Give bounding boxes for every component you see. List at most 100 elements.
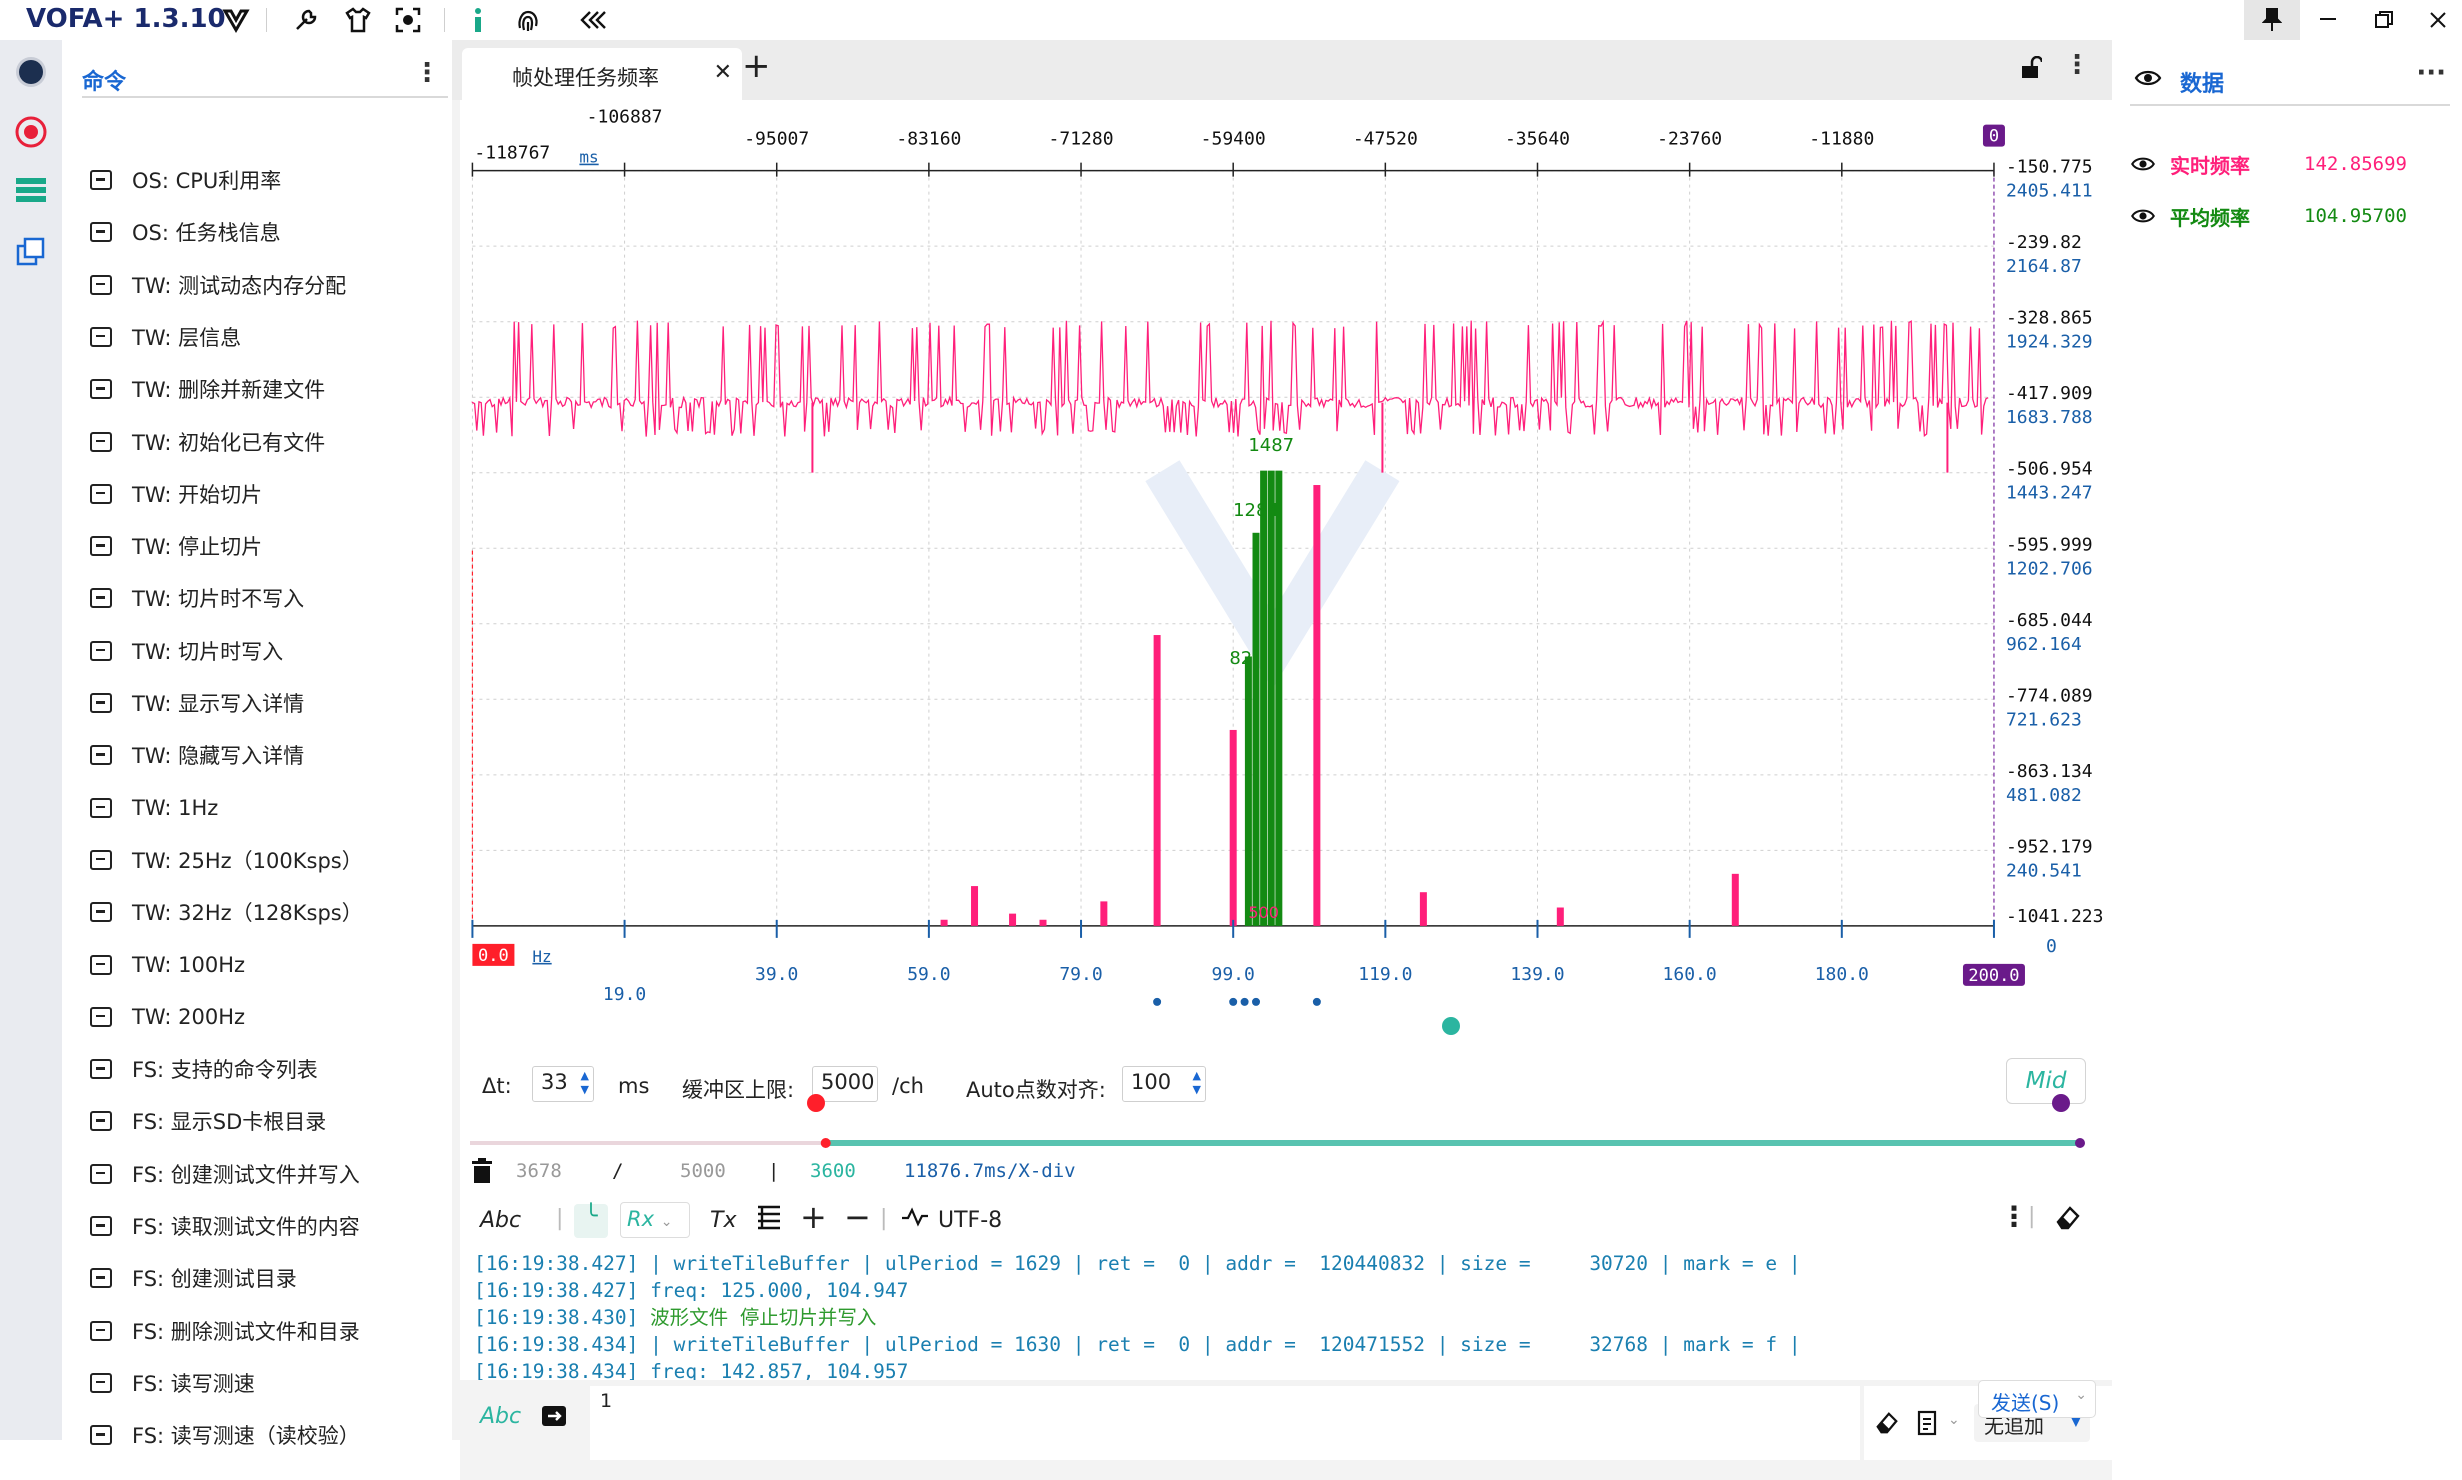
command-item[interactable]: TW: 1Hz	[90, 788, 218, 828]
add-tab-icon[interactable]: +	[742, 46, 771, 86]
tx-toggle[interactable]: Tx	[710, 1208, 736, 1233]
command-item[interactable]: TW: 切片时不写入	[90, 578, 304, 618]
command-item[interactable]: OS: CPU利用率	[90, 160, 281, 200]
command-item[interactable]: TW: 隐藏写入详情	[90, 735, 304, 775]
log-line: [16:19:38.430] 波形文件 停止切片并写入	[474, 1304, 2112, 1331]
widgets-menu-icon[interactable]	[11, 170, 51, 210]
eye-icon[interactable]	[2130, 207, 2156, 225]
rx-toggle[interactable]: Rx ⌄	[620, 1202, 690, 1238]
collapse-icon[interactable]	[576, 4, 608, 36]
command-item[interactable]: TW: 100Hz	[90, 945, 245, 985]
auto-align-spinbox[interactable]: 100 ▲ ▼	[1122, 1066, 1206, 1102]
command-item[interactable]: TW: 初始化已有文件	[90, 422, 325, 462]
fingerprint-icon[interactable]	[512, 4, 544, 36]
spin-arrows-icon[interactable]: ▲ ▼	[1193, 1069, 1201, 1097]
slider-handle-right[interactable]	[2075, 1138, 2085, 1148]
command-item[interactable]: OS: 任务栈信息	[90, 212, 281, 252]
shirt-icon[interactable]	[342, 4, 374, 36]
close-button[interactable]	[2410, 0, 2462, 40]
command-item[interactable]: FS: 读写测速（读校验）	[90, 1415, 360, 1455]
slider-track-left[interactable]	[470, 1141, 826, 1145]
range-slider[interactable]	[470, 1138, 2098, 1148]
timestamp-toggle-icon[interactable]: ╰	[574, 1204, 608, 1238]
mid-button[interactable]: Mid	[2006, 1058, 2086, 1104]
command-item[interactable]: FS: 支持的命令列表	[90, 1049, 318, 1089]
command-icon	[90, 640, 112, 661]
title-bar: VOFA+ 1.3.10	[0, 0, 2462, 40]
data-row[interactable]: 平均频率 104.95700	[2130, 196, 2430, 236]
vofa-logo-icon[interactable]	[220, 4, 252, 36]
command-item[interactable]: TW: 删除并新建文件	[90, 369, 325, 409]
maximize-button[interactable]	[2356, 0, 2412, 40]
data-menu-icon[interactable]: ···	[2416, 58, 2446, 88]
command-item[interactable]: FS: 显示SD卡根目录	[90, 1101, 326, 1141]
command-icon	[90, 588, 112, 609]
dt-spinbox[interactable]: 33 ▲ ▼	[532, 1066, 594, 1102]
pin-icon[interactable]	[2244, 0, 2300, 40]
command-item[interactable]: FS: 删除测试文件和目录	[90, 1311, 360, 1351]
send-format-button[interactable]: Abc	[480, 1404, 521, 1429]
slider-track-range[interactable]	[825, 1140, 2080, 1146]
zoom-out-icon[interactable]: −	[844, 1198, 871, 1236]
encoding-label[interactable]: UTF-8	[938, 1208, 1002, 1233]
clear-send-icon[interactable]	[1874, 1410, 1900, 1440]
trash-icon[interactable]	[470, 1158, 494, 1189]
send-button[interactable]: 发送(S) ⌄	[1978, 1380, 2096, 1418]
command-item[interactable]: TW: 开始切片	[90, 474, 262, 514]
file-send-icon[interactable]	[1916, 1410, 1940, 1440]
unlock-icon[interactable]	[2020, 55, 2044, 86]
waveform-plot[interactable]: -118767 -106887 -95007 -83160 -71280 -59400 -4…	[460, 100, 2112, 1040]
command-item[interactable]: TW: 停止切片	[90, 526, 262, 566]
command-item[interactable]: FS: 创建测试文件并写入	[90, 1154, 360, 1194]
spin-arrows-icon[interactable]: ▲ ▼	[581, 1069, 589, 1097]
slider-handle-left[interactable]	[820, 1138, 831, 1148]
x-tick-label: -95007	[744, 129, 809, 150]
command-label: FS: 显示SD卡根目录	[132, 1110, 327, 1135]
terminal-log[interactable]: [16:19:38.427] | writeTileBuffer | ulPer…	[460, 1250, 2112, 1383]
log-message: 波形文件 停止切片并写入	[638, 1306, 877, 1329]
data-row[interactable]: 实时频率 142.85699	[2130, 144, 2430, 184]
chevron-down-icon[interactable]: ⌄	[2075, 1387, 2087, 1403]
send-history-icon[interactable]	[540, 1402, 568, 1434]
wrench-icon[interactable]	[290, 4, 322, 36]
command-item[interactable]: TW: 32Hz（128Ksps）	[90, 892, 363, 932]
info-icon[interactable]	[462, 4, 494, 36]
command-item[interactable]: TW: 200Hz	[90, 997, 245, 1037]
log-line: [16:19:38.427] freq: 125.000, 104.947	[474, 1277, 2112, 1304]
terminal-more-icon[interactable]: ⋮	[2000, 1200, 2028, 1233]
command-item[interactable]: FS: 读取测试文件的内容	[90, 1206, 360, 1246]
send-input[interactable]: 1	[590, 1386, 1860, 1460]
stat-separator: /	[612, 1160, 624, 1182]
windows-icon[interactable]	[11, 232, 51, 272]
command-menu-icon[interactable]: ⋮	[414, 58, 440, 88]
capture-icon[interactable]	[392, 4, 424, 36]
histogram-bar	[1419, 892, 1427, 926]
slider-end-right[interactable]	[2052, 1094, 2070, 1112]
tab-frame-task-frequency[interactable]: 帧处理任务频率 ✕	[462, 48, 742, 100]
command-icon	[90, 849, 112, 870]
command-item[interactable]: TW: 测试动态内存分配	[90, 265, 346, 305]
tab-close-icon[interactable]: ✕	[714, 60, 732, 85]
eye-icon[interactable]	[2130, 155, 2156, 173]
command-item[interactable]: TW: 25Hz（100Ksps）	[90, 840, 363, 880]
y-tick-label-black: -595.999	[2006, 534, 2093, 555]
command-item[interactable]: TW: 切片时写入	[90, 631, 283, 671]
tab-more-icon[interactable]: ⋮	[2064, 50, 2090, 80]
command-item[interactable]: FS: 创建测试目录	[90, 1258, 297, 1298]
eye-icon[interactable]	[2134, 68, 2162, 92]
command-item[interactable]: FS: 读写测速	[90, 1363, 255, 1403]
eraser-icon[interactable]	[2054, 1204, 2082, 1238]
line-wrap-icon[interactable]	[756, 1204, 782, 1236]
log-message: | writeTileBuffer | ulPeriod = 1629 | re…	[638, 1252, 1801, 1275]
zoom-in-icon[interactable]: +	[800, 1198, 827, 1236]
record-icon[interactable]	[11, 112, 51, 152]
command-item[interactable]: TW: 显示写入详情	[90, 683, 304, 723]
minimize-button[interactable]	[2300, 0, 2356, 40]
connection-status-icon[interactable]	[11, 52, 51, 92]
slider-end-left[interactable]	[806, 1094, 825, 1112]
command-item[interactable]: TW: 层信息	[90, 317, 241, 357]
hz-tick-label: 99.0	[1212, 964, 1255, 985]
abc-format-button[interactable]: Abc	[480, 1208, 521, 1233]
slider-handle-mid[interactable]	[1441, 1017, 1460, 1035]
waveform-icon[interactable]	[900, 1206, 930, 1234]
